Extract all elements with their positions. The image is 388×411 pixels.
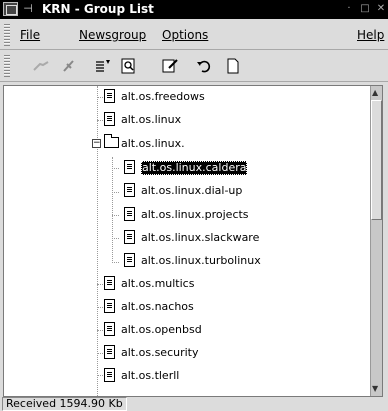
tree-item-label: alt.os.nachos (121, 300, 194, 313)
document-icon (104, 276, 115, 290)
tree-item-label: alt.os.linux (121, 113, 182, 126)
subscribe-icon[interactable] (91, 56, 113, 76)
document-icon (104, 368, 115, 382)
tree-item-alt-os-tlerll[interactable]: alt.os.tlerll (101, 365, 361, 387)
undo-icon[interactable] (193, 56, 215, 76)
tree-item-label: alt.os.linux.turbolinux (141, 254, 261, 267)
tree-item-alt-os-nachos[interactable]: alt.os.nachos (101, 296, 361, 318)
document-icon (104, 89, 115, 103)
vertical-scrollbar[interactable]: ▲ ▼ (370, 86, 382, 396)
tree-item-alt-os-linux-dial-up[interactable]: alt.os.linux.dial-up (121, 180, 341, 202)
tree-folder-alt-os-linux[interactable]: − alt.os.linux. (84, 133, 364, 155)
tree-item-alt-os-openbsd[interactable]: alt.os.openbsd (101, 319, 361, 341)
status-bar: Received 1594.90 Kb (0, 397, 388, 411)
menubar-grip[interactable] (4, 24, 10, 46)
status-received: Received 1594.90 Kb (2, 397, 127, 411)
maximize-icon[interactable]: □ (358, 2, 372, 16)
tree-item-label: alt.os.linux.projects (141, 208, 249, 221)
tree-item-label: alt.os.security (121, 346, 199, 359)
tree-item-alt-os-linux-turbolinux[interactable]: alt.os.linux.turbolinux (121, 250, 341, 272)
tree-connector (112, 168, 119, 169)
menu-help[interactable]: Help (357, 28, 384, 42)
tree-item-label: alt.os.freedows (121, 90, 205, 103)
toolbar-grip[interactable] (4, 55, 10, 77)
menu-newsgroup[interactable]: Newsgroup (79, 28, 146, 42)
tree-item-label: alt.os.linux.slackware (141, 231, 260, 244)
edit-icon[interactable] (159, 56, 181, 76)
tree-connector (112, 215, 119, 216)
folder-open-icon (104, 134, 119, 148)
tree-item-alt-os-multics[interactable]: alt.os.multics (101, 273, 361, 295)
post-icon[interactable] (30, 56, 52, 76)
tree-item-alt-os-freedows[interactable]: alt.os.freedows (101, 86, 361, 108)
tree-item-alt-os-linux-slackware[interactable]: alt.os.linux.slackware (121, 227, 341, 249)
group-tree[interactable]: alt.os.freedows alt.os.linux − alt.os.li… (3, 85, 383, 397)
document-icon (124, 207, 135, 221)
new-document-icon[interactable] (222, 56, 244, 76)
scroll-down-icon[interactable]: ▼ (372, 384, 378, 394)
pin-icon[interactable]: ⊣ (21, 2, 35, 16)
document-icon (104, 112, 115, 126)
scrollbar-thumb[interactable] (371, 100, 382, 220)
toolbar (0, 51, 388, 82)
tree-guide (112, 157, 113, 263)
tree-connector (112, 238, 119, 239)
collapse-toggle-icon[interactable]: − (92, 139, 101, 148)
tree-item-label: alt.os.openbsd (121, 323, 202, 336)
close-icon[interactable]: ✕ (374, 2, 388, 16)
tree-folder-label: alt.os.linux. (121, 137, 185, 150)
tree-item-label: alt.os.multics (121, 277, 195, 290)
tree-item-label-selected: alt.os.linux.caldera (141, 161, 248, 175)
unsubscribe-icon[interactable] (58, 56, 80, 76)
search-icon[interactable] (118, 56, 140, 76)
menu-file[interactable]: File (20, 28, 40, 42)
scroll-up-icon[interactable]: ▲ (372, 88, 378, 98)
minimize-icon[interactable]: · (342, 2, 356, 16)
tree-item-label: alt.os.tlerll (121, 369, 180, 382)
document-icon (124, 183, 135, 197)
document-icon (104, 322, 115, 336)
window-title: KRN - Group List (42, 2, 154, 16)
app-icon[interactable] (3, 2, 18, 16)
menu-options[interactable]: Options (162, 28, 208, 42)
tree-connector (112, 262, 119, 263)
tree-connector (112, 192, 119, 193)
title-bar[interactable]: ⊣ KRN - Group List · □ ✕ (0, 0, 388, 19)
document-icon (104, 345, 115, 359)
tree-item-alt-os-linux[interactable]: alt.os.linux (101, 109, 361, 131)
document-icon (124, 160, 135, 174)
tree-item-label: alt.os.linux.dial-up (141, 184, 243, 197)
document-icon (124, 253, 135, 267)
document-icon (104, 299, 115, 313)
tree-item-alt-os-linux-projects[interactable]: alt.os.linux.projects (121, 204, 341, 226)
menu-bar: File Newsgroup Options Help (0, 20, 388, 50)
tree-item-alt-os-security[interactable]: alt.os.security (101, 342, 361, 364)
tree-item-alt-os-linux-caldera[interactable]: alt.os.linux.caldera (121, 157, 341, 179)
document-icon (124, 230, 135, 244)
